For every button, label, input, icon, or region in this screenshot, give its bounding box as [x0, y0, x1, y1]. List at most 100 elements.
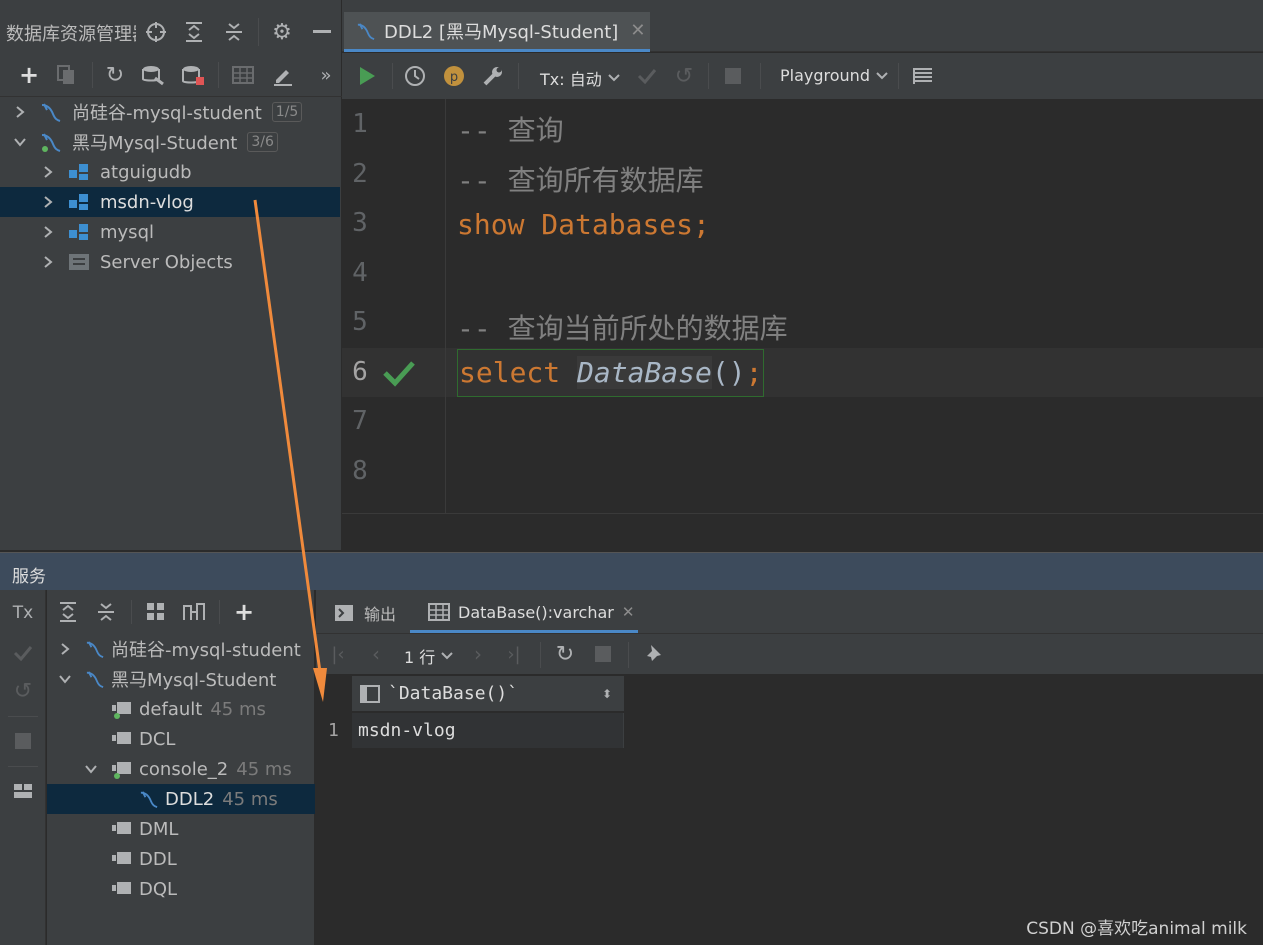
service-label: DCL — [139, 728, 176, 750]
line-number: 2 — [352, 159, 368, 189]
expand-all-icon[interactable] — [180, 18, 208, 46]
folder-icon — [68, 252, 92, 272]
locate-icon[interactable] — [142, 18, 170, 46]
tab-label: DDL2 [黑马Mysql-Student] — [384, 21, 619, 43]
rollback-icon[interactable]: ↺ — [669, 61, 699, 91]
service-item-heima[interactable]: 黑马Mysql-Student — [57, 664, 276, 694]
chevron-right-icon[interactable] — [40, 255, 56, 269]
close-icon[interactable]: ✕ — [622, 603, 635, 621]
wrench-icon[interactable] — [478, 61, 508, 91]
sql-comment: -- 查询当前所处的数据库 — [457, 312, 788, 345]
refresh-icon[interactable]: ↻ — [550, 639, 580, 669]
db-tool-icon[interactable] — [138, 60, 168, 90]
chevron-right-icon[interactable] — [40, 165, 56, 179]
tree-item-mysql[interactable]: mysql — [0, 217, 342, 247]
code-editor[interactable]: 1 2 3 4 5 6 7 8 -- 查询 -- 查询所有数据库 show Da… — [342, 99, 1263, 513]
db-config-icon[interactable] — [178, 60, 208, 90]
chevron-down-icon[interactable] — [83, 763, 99, 775]
stop-icon[interactable] — [8, 726, 38, 756]
collapse-all-icon[interactable] — [220, 18, 248, 46]
next-page-icon[interactable]: › — [464, 639, 492, 669]
commit-icon[interactable] — [632, 61, 662, 91]
collapse-all-icon[interactable] — [91, 597, 121, 627]
edit-icon[interactable] — [268, 60, 298, 90]
last-page-icon[interactable]: ›| — [500, 639, 528, 669]
history-icon[interactable] — [400, 61, 430, 91]
line-number: 8 — [352, 456, 368, 486]
close-icon[interactable]: ✕ — [630, 20, 645, 41]
session-badge: 3/6 — [247, 132, 278, 152]
chevron-right-icon[interactable] — [57, 642, 73, 656]
tree-item-heima-connection[interactable]: 黑马Mysql-Student 3/6 — [0, 127, 342, 157]
mysql-icon — [85, 670, 105, 688]
gear-icon[interactable]: ⚙ — [268, 18, 296, 46]
rows-dropdown[interactable]: 1 行 — [404, 644, 453, 668]
schema-icon — [68, 192, 92, 212]
service-item-dml[interactable]: DML — [111, 814, 178, 844]
line-number: 1 — [352, 109, 368, 139]
service-item-ddl2[interactable]: DDL2 45 ms — [47, 784, 315, 814]
sort-icon[interactable]: ⬍ — [602, 687, 612, 701]
tx-button[interactable]: Tx — [6, 598, 40, 628]
grid-cell[interactable]: msdn-vlog — [352, 713, 624, 748]
more-icon[interactable]: » — [314, 60, 338, 90]
grid-header-cell[interactable]: `DataBase()` ⬍ — [352, 676, 624, 712]
tree-item-msdn-vlog[interactable]: msdn-vlog — [0, 187, 340, 217]
service-item-ddl[interactable]: DDL — [111, 844, 177, 874]
filter-icon[interactable] — [179, 597, 209, 627]
services-toolbar: + — [47, 594, 315, 630]
session-icon — [111, 819, 133, 839]
service-item-dql[interactable]: DQL — [111, 874, 177, 904]
parameters-icon[interactable]: p — [439, 61, 469, 91]
tx-mode-dropdown[interactable]: Tx: 自动 — [540, 66, 620, 90]
table-icon[interactable] — [228, 60, 258, 90]
minimize-icon[interactable] — [308, 18, 336, 46]
chevron-down-icon — [441, 652, 453, 660]
database-explorer: 数据库资源管理器 ⚙ + ↻ » 尚硅谷-mysql-student 1/5 黑… — [0, 0, 342, 550]
first-page-icon[interactable]: |‹ — [324, 639, 352, 669]
expand-all-icon[interactable] — [53, 597, 83, 627]
playground-dropdown[interactable]: Playground — [780, 66, 888, 85]
tree-item-server-objects[interactable]: Server Objects — [0, 247, 342, 277]
explorer-header: 数据库资源管理器 ⚙ — [0, 12, 342, 56]
sql-paren: () — [711, 356, 746, 389]
tab-ddl2[interactable]: DDL2 [黑马Mysql-Student] ✕ — [344, 12, 650, 52]
service-item-default[interactable]: default 45 ms — [111, 694, 266, 724]
chevron-down-icon[interactable] — [12, 136, 28, 148]
rollback-icon[interactable]: ↺ — [8, 676, 38, 706]
session-icon — [111, 759, 133, 779]
chevron-down-icon[interactable] — [57, 673, 73, 685]
chevron-right-icon[interactable] — [40, 225, 56, 239]
add-icon[interactable]: + — [229, 597, 259, 627]
service-label: default — [139, 698, 203, 720]
service-item-atguigu[interactable]: 尚硅谷-mysql-student — [57, 634, 301, 664]
sql-text: Databases; — [524, 208, 710, 241]
tx-mode-label: Tx: 自动 — [540, 70, 602, 89]
chevron-right-icon[interactable] — [12, 105, 28, 119]
tree-item-atguigu-connection[interactable]: 尚硅谷-mysql-student 1/5 — [0, 97, 342, 127]
run-icon[interactable] — [352, 61, 382, 91]
refresh-icon[interactable]: ↻ — [100, 60, 130, 90]
services-side-toolbar: Tx ↺ — [0, 590, 46, 945]
add-icon[interactable]: + — [14, 60, 44, 90]
stop-icon[interactable] — [718, 61, 748, 91]
chevron-right-icon[interactable] — [40, 195, 56, 209]
tab-output[interactable]: 输出 — [334, 598, 396, 628]
pin-icon[interactable] — [638, 639, 668, 669]
mysql-icon — [40, 102, 64, 122]
commit-icon[interactable] — [8, 638, 38, 668]
service-item-dcl[interactable]: DCL — [111, 724, 175, 754]
tab-result[interactable]: DataBase():varchar ✕ — [410, 594, 638, 633]
layout-icon[interactable] — [8, 776, 38, 806]
service-label: console_2 — [139, 758, 229, 780]
copy-icon[interactable] — [52, 60, 80, 90]
session-icon — [111, 699, 133, 719]
group-icon[interactable] — [141, 597, 171, 627]
code-line-1: -- 查询 — [457, 109, 564, 149]
column-header: `DataBase()` — [388, 683, 519, 704]
stop-icon[interactable] — [588, 639, 618, 669]
tree-item-atguigudb[interactable]: atguigudb — [0, 157, 342, 187]
layout-icon[interactable] — [908, 61, 938, 91]
prev-page-icon[interactable]: ‹ — [362, 639, 390, 669]
service-item-console-2[interactable]: console_2 45 ms — [83, 754, 292, 784]
